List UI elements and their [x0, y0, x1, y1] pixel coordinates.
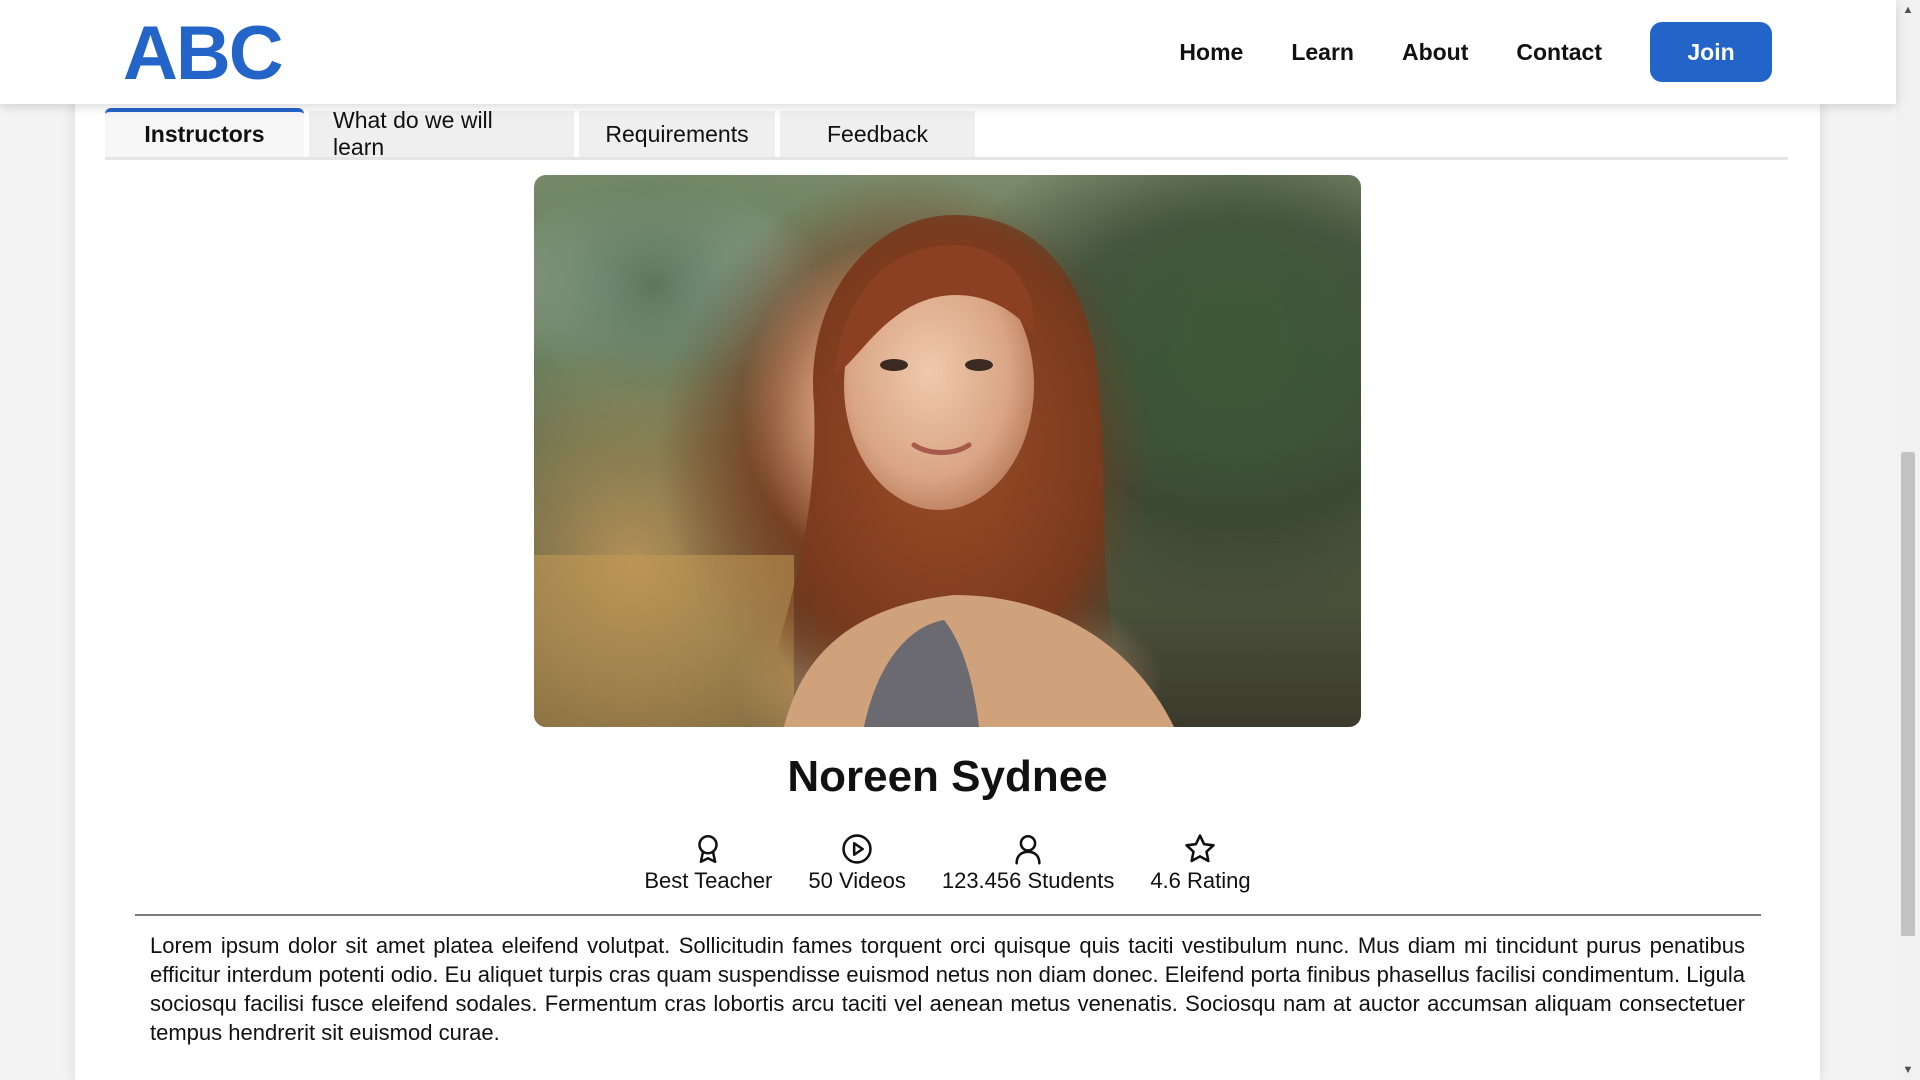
instructor-stats: Best Teacher 50 Videos 123.456 Students …: [534, 832, 1361, 902]
instructor-photo-illustration: [534, 175, 1361, 727]
scroll-up-arrow-icon[interactable]: ▲: [1896, 0, 1920, 20]
main-nav: Home Learn About Contact Join: [1179, 22, 1772, 82]
tab-what-we-learn[interactable]: What do we will learn: [309, 107, 574, 160]
scroll-thumb[interactable]: [1901, 452, 1915, 936]
site-header: ABC Home Learn About Contact Join: [0, 0, 1896, 104]
nav-home-link[interactable]: Home: [1179, 39, 1243, 66]
stat-students: 123.456 Students: [942, 832, 1114, 902]
divider: [135, 914, 1761, 916]
tab-feedback[interactable]: Feedback: [780, 111, 975, 157]
stat-best-teacher: Best Teacher: [644, 832, 772, 902]
instructor-bio: Lorem ipsum dolor sit amet platea eleife…: [150, 933, 1745, 1045]
stat-label: 123.456 Students: [941, 868, 1115, 893]
tab-requirements[interactable]: Requirements: [579, 111, 775, 157]
stat-label: 4.6 Rating: [1150, 868, 1251, 893]
stat-label: Best Teacher: [644, 868, 773, 893]
logo[interactable]: ABC: [123, 14, 284, 94]
stat-label: 50 Videos: [808, 868, 906, 893]
star-icon: [1185, 834, 1216, 863]
instructor-photo: [534, 175, 1361, 727]
nav-learn-link[interactable]: Learn: [1291, 39, 1354, 66]
course-tabs: Instructors What do we will learn Requir…: [105, 107, 1788, 160]
page: ABC Home Learn About Contact Join Instru…: [0, 0, 1920, 1080]
join-button[interactable]: Join: [1650, 22, 1772, 82]
page-scrollbar[interactable]: ▲ ▼: [1896, 0, 1920, 1080]
stat-videos: 50 Videos: [808, 832, 906, 902]
stat-rating: 4.6 Rating: [1150, 832, 1251, 902]
play-circle-icon: [842, 834, 872, 864]
nav-about-link[interactable]: About: [1402, 39, 1468, 66]
award-icon: [698, 834, 719, 864]
nav-contact-link[interactable]: Contact: [1516, 39, 1602, 66]
tab-instructors[interactable]: Instructors: [105, 108, 304, 157]
user-icon: [1015, 834, 1041, 865]
scroll-down-arrow-icon[interactable]: ▼: [1896, 1060, 1920, 1080]
instructor-name: Noreen Sydnee: [787, 752, 1108, 801]
